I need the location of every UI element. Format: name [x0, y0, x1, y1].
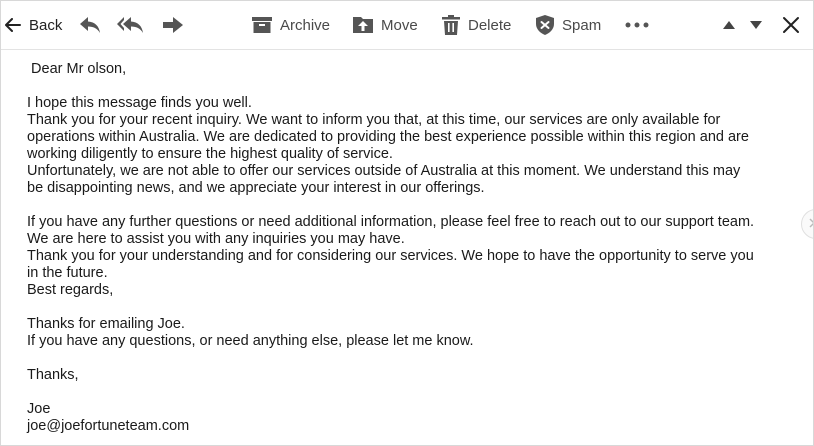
message-line: If you have any questions, or need anyth… [27, 333, 474, 349]
spam-icon [536, 15, 554, 35]
chevron-up-icon [722, 20, 736, 30]
archive-icon [252, 16, 272, 34]
archive-button[interactable]: Archive [252, 1, 330, 49]
email-viewer: Back Archive Move Delete Spam Dear Mr ol… [0, 0, 814, 446]
message-line: joe@joefortuneteam.com [27, 418, 190, 434]
reply-button[interactable] [79, 1, 101, 49]
message-line: I hope this message finds you well. [27, 95, 252, 111]
reply-all-button[interactable] [116, 1, 144, 49]
back-button[interactable]: Back [5, 1, 62, 49]
message-toolbar: Back Archive Move Delete Spam [1, 1, 813, 50]
close-button[interactable] [782, 1, 800, 49]
forward-icon [162, 16, 184, 34]
message-line: operations within Australia. We are dedi… [27, 129, 749, 145]
reply-icon [79, 15, 101, 35]
message-line: Dear Mr olson, [27, 61, 127, 77]
message-line: in the future. [27, 265, 108, 281]
forward-button[interactable] [162, 1, 184, 49]
delete-button[interactable]: Delete [442, 1, 511, 49]
message-line: We are here to assist you with any inqui… [27, 231, 405, 247]
message-line: Thanks for emailing Joe. [27, 316, 185, 332]
chevron-down-icon [749, 20, 763, 30]
chevron-right-icon [808, 215, 813, 233]
message-line: Thanks, [27, 367, 79, 383]
reply-all-icon [116, 15, 144, 35]
message-line: be disappointing news, and we appreciate… [27, 180, 485, 196]
previous-message-button[interactable] [722, 1, 736, 49]
delete-icon [442, 15, 460, 35]
move-icon [353, 16, 373, 34]
message-line: Thank you for your recent inquiry. We wa… [27, 112, 721, 128]
delete-label: Delete [468, 16, 512, 34]
move-button[interactable]: Move [353, 1, 418, 49]
archive-label: Archive [280, 16, 331, 34]
back-label: Back [29, 16, 63, 34]
more-icon [625, 22, 649, 28]
move-label: Move [381, 16, 418, 34]
message-line: Best regards, [27, 282, 114, 298]
more-actions-button[interactable] [625, 1, 649, 49]
spam-button[interactable]: Spam [536, 1, 601, 49]
message-line: working diligently to ensure the highest… [27, 146, 393, 162]
back-arrow-icon [5, 18, 21, 32]
message-body: Dear Mr olson, I hope this message finds … [27, 61, 797, 435]
message-line: If you have any further questions or nee… [27, 214, 755, 230]
message-line: Thank you for your understanding and for… [27, 248, 754, 264]
message-line: Joe [27, 401, 51, 417]
next-pane-button[interactable] [801, 209, 813, 239]
message-line: Unfortunately, we are not able to offer … [27, 163, 741, 179]
next-message-button[interactable] [749, 1, 763, 49]
close-icon [782, 16, 800, 34]
spam-label: Spam [562, 16, 602, 34]
